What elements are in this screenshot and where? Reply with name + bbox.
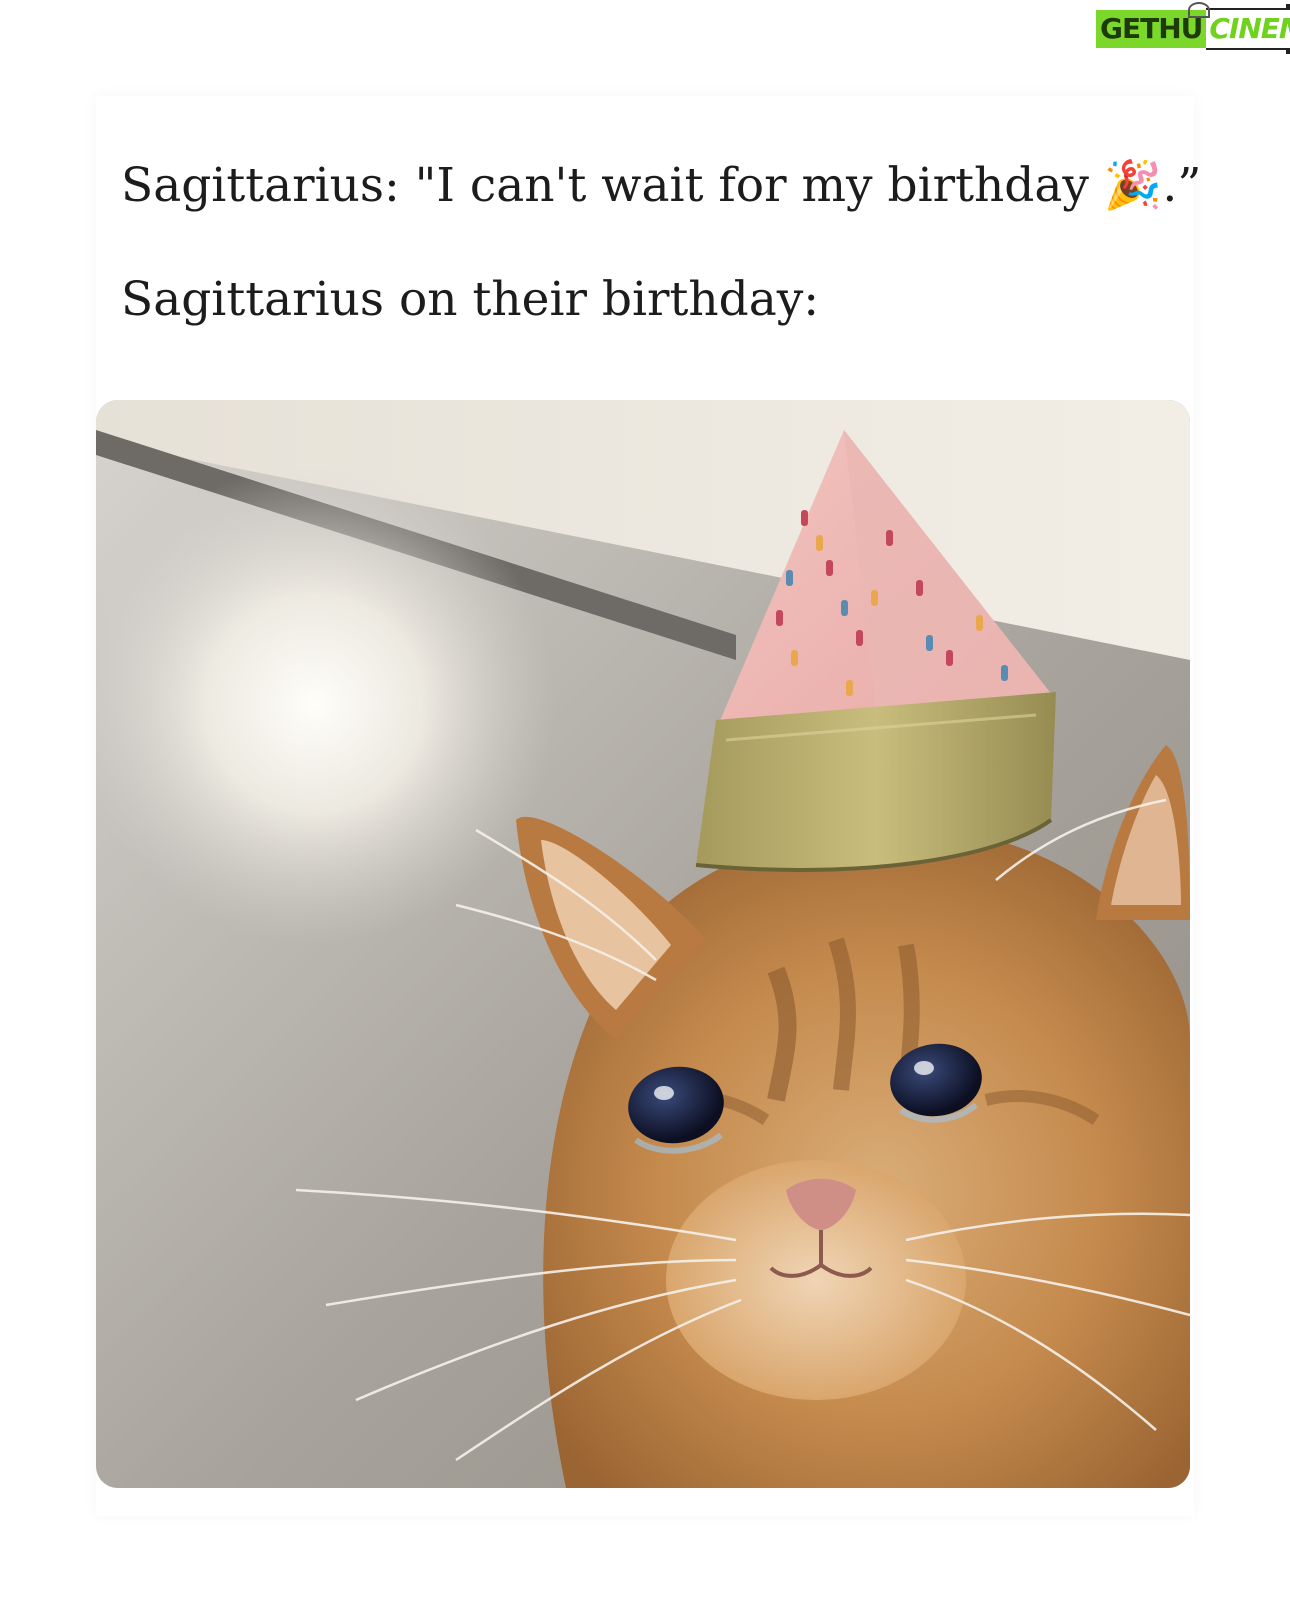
watermark-right-text: CINEMA [1209, 12, 1290, 45]
watermark-logo: GETHU CINEMA [1096, 2, 1290, 54]
film-strip-icon [1286, 49, 1290, 54]
caption-line-2: Sagittarius on their birthday: [121, 272, 820, 327]
watermark-right: CINEMA [1188, 2, 1290, 54]
crying-cat-party-hat-image [96, 400, 1190, 1488]
meme-photo [96, 400, 1190, 1488]
film-strip-icon [1286, 4, 1290, 9]
caption-line-1: Sagittarius: "I can't wait for my birthd… [121, 158, 1202, 213]
